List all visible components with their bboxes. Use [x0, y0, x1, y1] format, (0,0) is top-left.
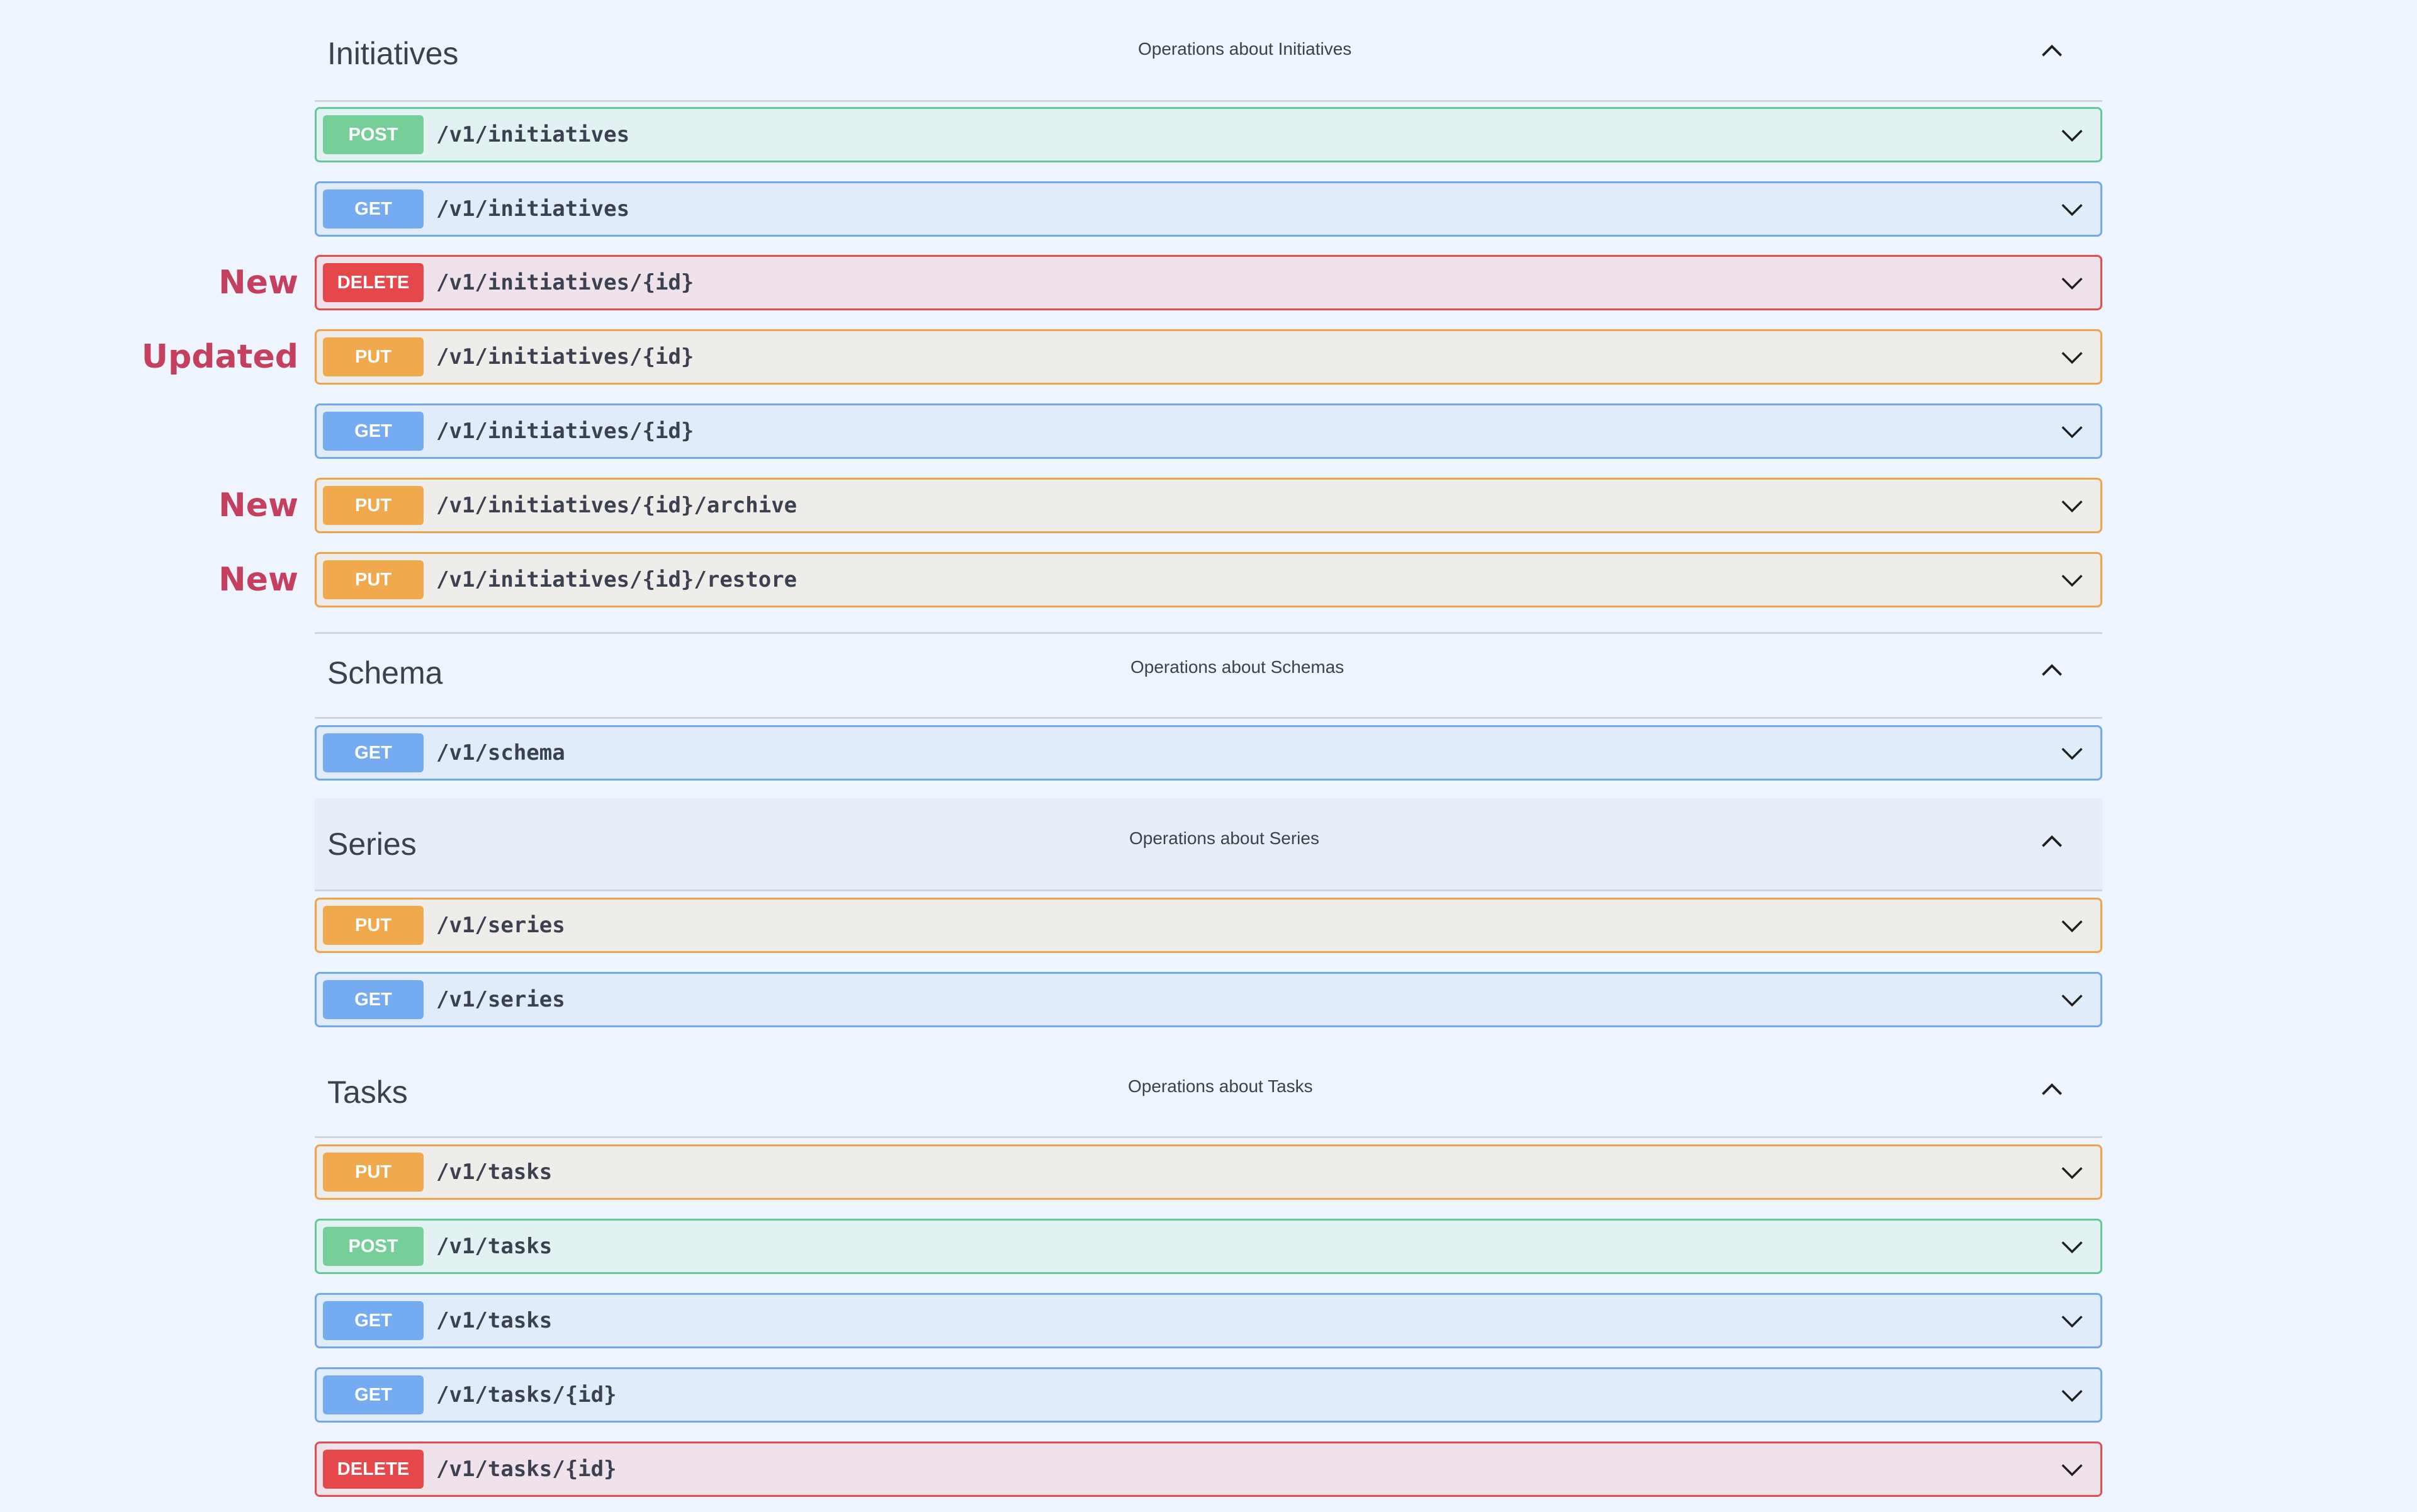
chevron-down-icon[interactable]: [2058, 986, 2087, 1015]
chevron-down-icon[interactable]: [2058, 121, 2087, 150]
operation-path: /v1/initiatives: [436, 196, 630, 222]
operation-path: /v1/tasks: [436, 1308, 553, 1333]
operation-row[interactable]: PUT /v1/series: [315, 898, 2102, 953]
method-badge: PUT: [323, 337, 424, 376]
change-note-updated: Updated: [141, 338, 298, 376]
operation-path: /v1/initiatives/{id}: [436, 270, 694, 295]
method-badge: GET: [323, 189, 424, 228]
chevron-down-icon[interactable]: [2058, 911, 2087, 940]
chevron-up-icon[interactable]: [2036, 827, 2068, 858]
section-description: Operations about Series: [1129, 828, 1319, 848]
method-badge: GET: [323, 1301, 424, 1340]
operation-path: /v1/series: [436, 987, 565, 1012]
operation-path: /v1/tasks/{id}: [436, 1457, 617, 1482]
section-header-schema-bar[interactable]: Schema Operations about Schemas: [315, 632, 2102, 719]
operation-row[interactable]: PUT /v1/tasks: [315, 1144, 2102, 1200]
chevron-down-icon[interactable]: [2058, 269, 2087, 298]
chevron-down-icon[interactable]: [2058, 343, 2087, 372]
section-title: Series: [327, 827, 417, 862]
chevron-down-icon[interactable]: [2058, 1158, 2087, 1187]
chevron-down-icon[interactable]: [2058, 1307, 2087, 1336]
chevron-down-icon[interactable]: [2058, 1381, 2087, 1410]
method-badge: POST: [323, 1227, 424, 1266]
section-header-series[interactable]: Series Operations about Series: [315, 798, 2102, 891]
operation-row[interactable]: GET /v1/tasks/{id}: [315, 1367, 2102, 1423]
method-badge: GET: [323, 980, 424, 1019]
method-badge: DELETE: [323, 263, 424, 302]
change-note-new: New: [218, 487, 298, 524]
operation-path: /v1/series: [436, 913, 565, 938]
section-title: Initiatives: [327, 36, 459, 71]
method-badge: PUT: [323, 560, 424, 599]
section-title: Tasks: [327, 1075, 408, 1110]
change-note-new: New: [218, 264, 298, 302]
section-description: Operations about Tasks: [1128, 1076, 1313, 1096]
operation-path: /v1/initiatives/{id}/archive: [436, 493, 797, 518]
chevron-up-icon[interactable]: [2036, 36, 2068, 67]
method-badge: PUT: [323, 1153, 424, 1192]
chevron-down-icon[interactable]: [2058, 739, 2087, 768]
section-description: Operations about Schemas: [1130, 657, 1344, 677]
operation-row[interactable]: DELETE /v1/tasks/{id}: [315, 1441, 2102, 1497]
method-badge: PUT: [323, 486, 424, 525]
operation-path: /v1/tasks/{id}: [436, 1382, 617, 1408]
change-note-new: New: [218, 561, 298, 599]
method-badge: GET: [323, 733, 424, 772]
operation-path: /v1/initiatives/{id}: [436, 344, 694, 370]
operation-path: /v1/initiatives/{id}/restore: [436, 567, 797, 592]
operation-row[interactable]: GET /v1/tasks: [315, 1293, 2102, 1348]
operation-row[interactable]: GET /v1/initiatives/{id}: [315, 403, 2102, 459]
operation-path: /v1/initiatives/{id}: [436, 419, 694, 444]
operation-row[interactable]: PUT /v1/initiatives/{id}/restore: [315, 552, 2102, 607]
chevron-down-icon[interactable]: [2058, 195, 2087, 224]
chevron-down-icon[interactable]: [2058, 492, 2087, 521]
section-description: Operations about Initiatives: [1138, 39, 1352, 59]
chevron-down-icon[interactable]: [2058, 1455, 2087, 1484]
operation-path: /v1/tasks: [436, 1159, 553, 1185]
operation-row[interactable]: GET /v1/initiatives: [315, 181, 2102, 237]
chevron-down-icon[interactable]: [2058, 1233, 2087, 1261]
operation-row[interactable]: PUT /v1/initiatives/{id}/archive: [315, 478, 2102, 533]
section-header-initiatives[interactable]: Initiatives Operations about Initiatives: [315, 13, 2102, 102]
method-badge: PUT: [323, 906, 424, 945]
section-title: Schema: [327, 655, 443, 691]
operation-path: /v1/tasks: [436, 1234, 553, 1259]
operation-row[interactable]: DELETE /v1/initiatives/{id}: [315, 255, 2102, 310]
method-badge: POST: [323, 115, 424, 154]
operation-path: /v1/initiatives: [436, 122, 630, 147]
method-badge: DELETE: [323, 1450, 424, 1489]
chevron-down-icon[interactable]: [2058, 566, 2087, 595]
operation-row[interactable]: GET /v1/series: [315, 972, 2102, 1027]
chevron-down-icon[interactable]: [2058, 417, 2087, 446]
operation-row[interactable]: POST /v1/initiatives: [315, 107, 2102, 162]
chevron-up-icon[interactable]: [2036, 655, 2068, 687]
chevron-up-icon[interactable]: [2036, 1075, 2068, 1106]
operation-path: /v1/schema: [436, 740, 565, 765]
section-header-tasks[interactable]: Tasks Operations about Tasks: [315, 1051, 2102, 1138]
operation-row[interactable]: PUT /v1/initiatives/{id}: [315, 329, 2102, 385]
operation-row[interactable]: GET /v1/schema: [315, 725, 2102, 781]
operation-row[interactable]: POST /v1/tasks: [315, 1219, 2102, 1274]
api-docs-page: Initiatives Operations about Initiatives…: [0, 0, 2417, 1512]
method-badge: GET: [323, 412, 424, 451]
method-badge: GET: [323, 1375, 424, 1414]
